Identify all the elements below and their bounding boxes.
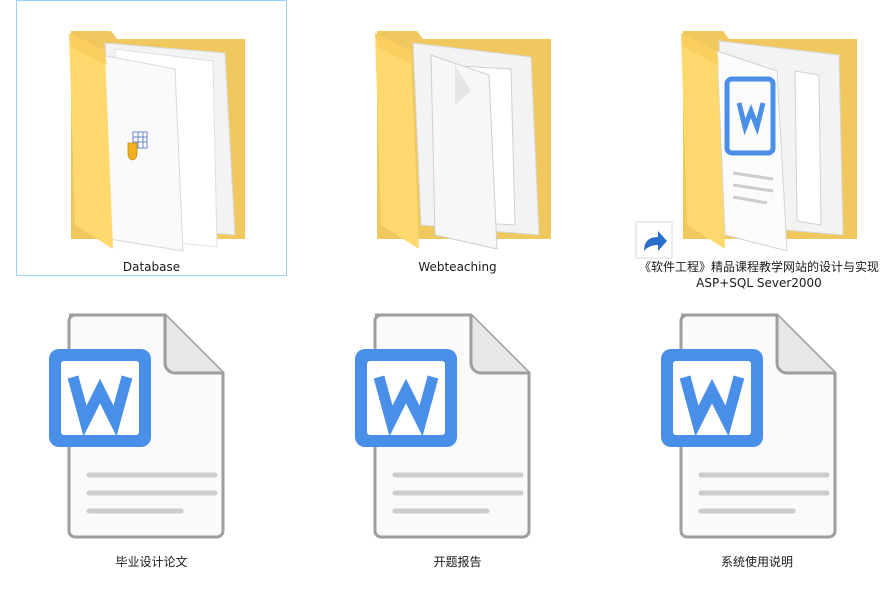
folder-icon: [681, 31, 857, 252]
folder-label: Database: [122, 260, 181, 274]
document-label: 开题报告: [433, 555, 482, 569]
folder-label-line2: ASP+SQL Sever2000: [696, 276, 822, 290]
word-document-icon: [355, 313, 531, 539]
folder-label-line1: 《软件工程》精品课程教学网站的设计与实现: [638, 260, 879, 274]
word-document-proposal[interactable]: 开题报告: [322, 300, 593, 580]
word-document-icon: [661, 313, 837, 539]
word-document-thesis[interactable]: 毕业设计论文: [16, 300, 287, 580]
folder-icon: [69, 31, 245, 252]
word-document-icon: [49, 313, 225, 539]
folder-icon: [375, 31, 551, 250]
folder-software-engineering[interactable]: 《软件工程》精品课程教学网站的设计与实现 ASP+SQL Sever2000: [628, 0, 886, 296]
folder-webteaching[interactable]: Webteaching: [322, 0, 593, 276]
word-document-manual[interactable]: 系统使用说明: [628, 300, 886, 580]
file-explorer-view: Database Webteaching 《软件工程》精品课程教学网站的设计与实…: [0, 0, 886, 597]
document-label: 毕业设计论文: [115, 555, 188, 569]
shortcut-arrow-icon: [635, 221, 673, 259]
folder-database[interactable]: Database: [16, 0, 287, 276]
document-label: 系统使用说明: [720, 555, 793, 569]
folder-label: Webteaching: [418, 260, 497, 274]
database-app-icon: [127, 131, 148, 161]
